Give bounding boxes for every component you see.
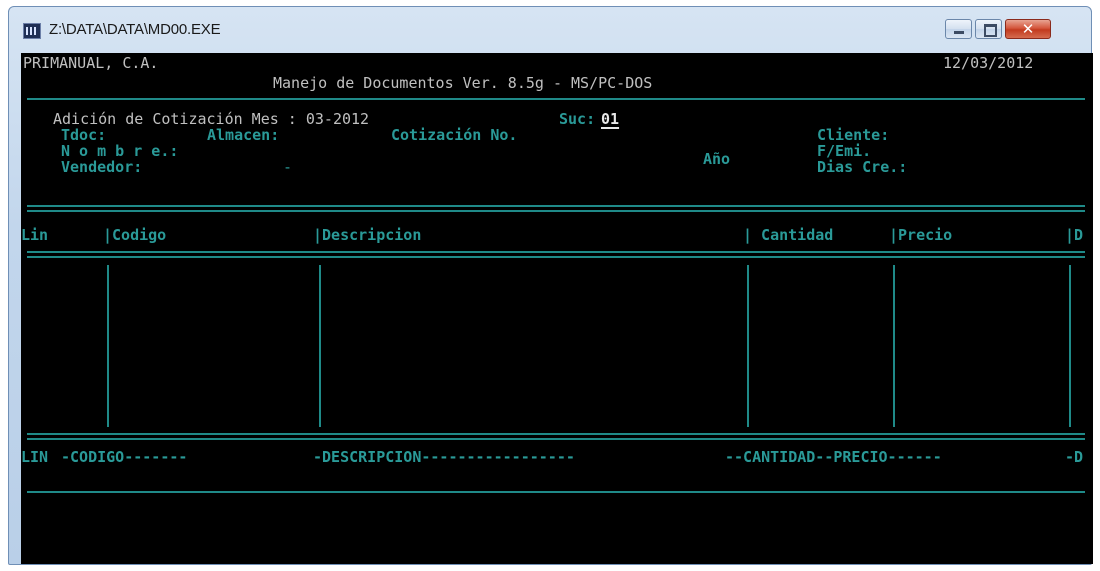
- title-bar[interactable]: Z:\DATA\DATA\MD00.EXE ✕: [9, 7, 1091, 53]
- bottom-divider: [27, 491, 1085, 493]
- col-header-lin: Lin: [21, 226, 49, 244]
- entry-lin[interactable]: LIN: [21, 449, 48, 466]
- grid-column-separator-cantidad: [747, 265, 749, 427]
- entry-codigo[interactable]: -CODIGO-------: [61, 449, 187, 466]
- grid-column-separator-d: [1069, 265, 1071, 427]
- header-divider: [27, 98, 1085, 100]
- app-title: Manejo de Documentos Ver. 8.5g - MS/PC-D…: [273, 74, 653, 92]
- vendedor-separator: -: [283, 158, 293, 176]
- close-icon: ✕: [1021, 20, 1035, 38]
- minimize-button[interactable]: [945, 19, 972, 39]
- almacen-label: Almacen:: [207, 126, 280, 144]
- maximize-icon: [984, 24, 997, 37]
- grid-column-separator-precio: [893, 265, 895, 427]
- grid-top-divider-1: [27, 251, 1085, 253]
- close-button[interactable]: ✕: [1005, 19, 1051, 39]
- grid-column-separator-descripcion: [319, 265, 321, 427]
- form-divider-top: [27, 205, 1085, 207]
- entry-descripcion[interactable]: -DESCRIPCION-----------------: [313, 449, 575, 466]
- col-header-cantidad: | Cantidad: [743, 226, 834, 244]
- col-header-d: |D: [1065, 226, 1084, 244]
- dos-app-icon[interactable]: [23, 23, 41, 39]
- cotizacion-label: Cotización No.: [391, 126, 518, 144]
- window-title: Z:\DATA\DATA\MD00.EXE: [49, 21, 221, 38]
- suc-label: Suc:: [559, 110, 596, 128]
- entry-d[interactable]: -D: [1065, 449, 1083, 466]
- dias-credito-label: Dias Cre.:: [817, 158, 908, 176]
- minimize-icon: [954, 31, 964, 34]
- grid-bottom-divider-1: [27, 433, 1085, 435]
- suc-field[interactable]: 01: [601, 111, 619, 128]
- col-header-descripcion: |Descripcion: [313, 226, 422, 244]
- system-date: 12/03/2012: [943, 54, 1034, 72]
- grid-bottom-divider-2: [27, 438, 1085, 440]
- vendedor-label: Vendedor:: [61, 158, 143, 176]
- ano-label: Año: [703, 150, 731, 168]
- col-header-precio: |Precio: [889, 226, 953, 244]
- grid-top-divider-2: [27, 256, 1085, 258]
- company-name: PRIMANUAL, C.A.: [23, 54, 159, 72]
- grid-column-separator-codigo: [107, 265, 109, 427]
- console-window: Z:\DATA\DATA\MD00.EXE ✕ PRIMANUAL, C.A. …: [8, 6, 1093, 565]
- entry-cantidad-precio[interactable]: --CANTIDAD--PRECIO------: [725, 449, 942, 466]
- maximize-button[interactable]: [975, 19, 1002, 39]
- console-screen[interactable]: PRIMANUAL, C.A. 12/03/2012 Manejo de Doc…: [21, 53, 1093, 564]
- form-divider-bottom: [27, 210, 1085, 212]
- col-header-codigo: |Codigo: [103, 226, 167, 244]
